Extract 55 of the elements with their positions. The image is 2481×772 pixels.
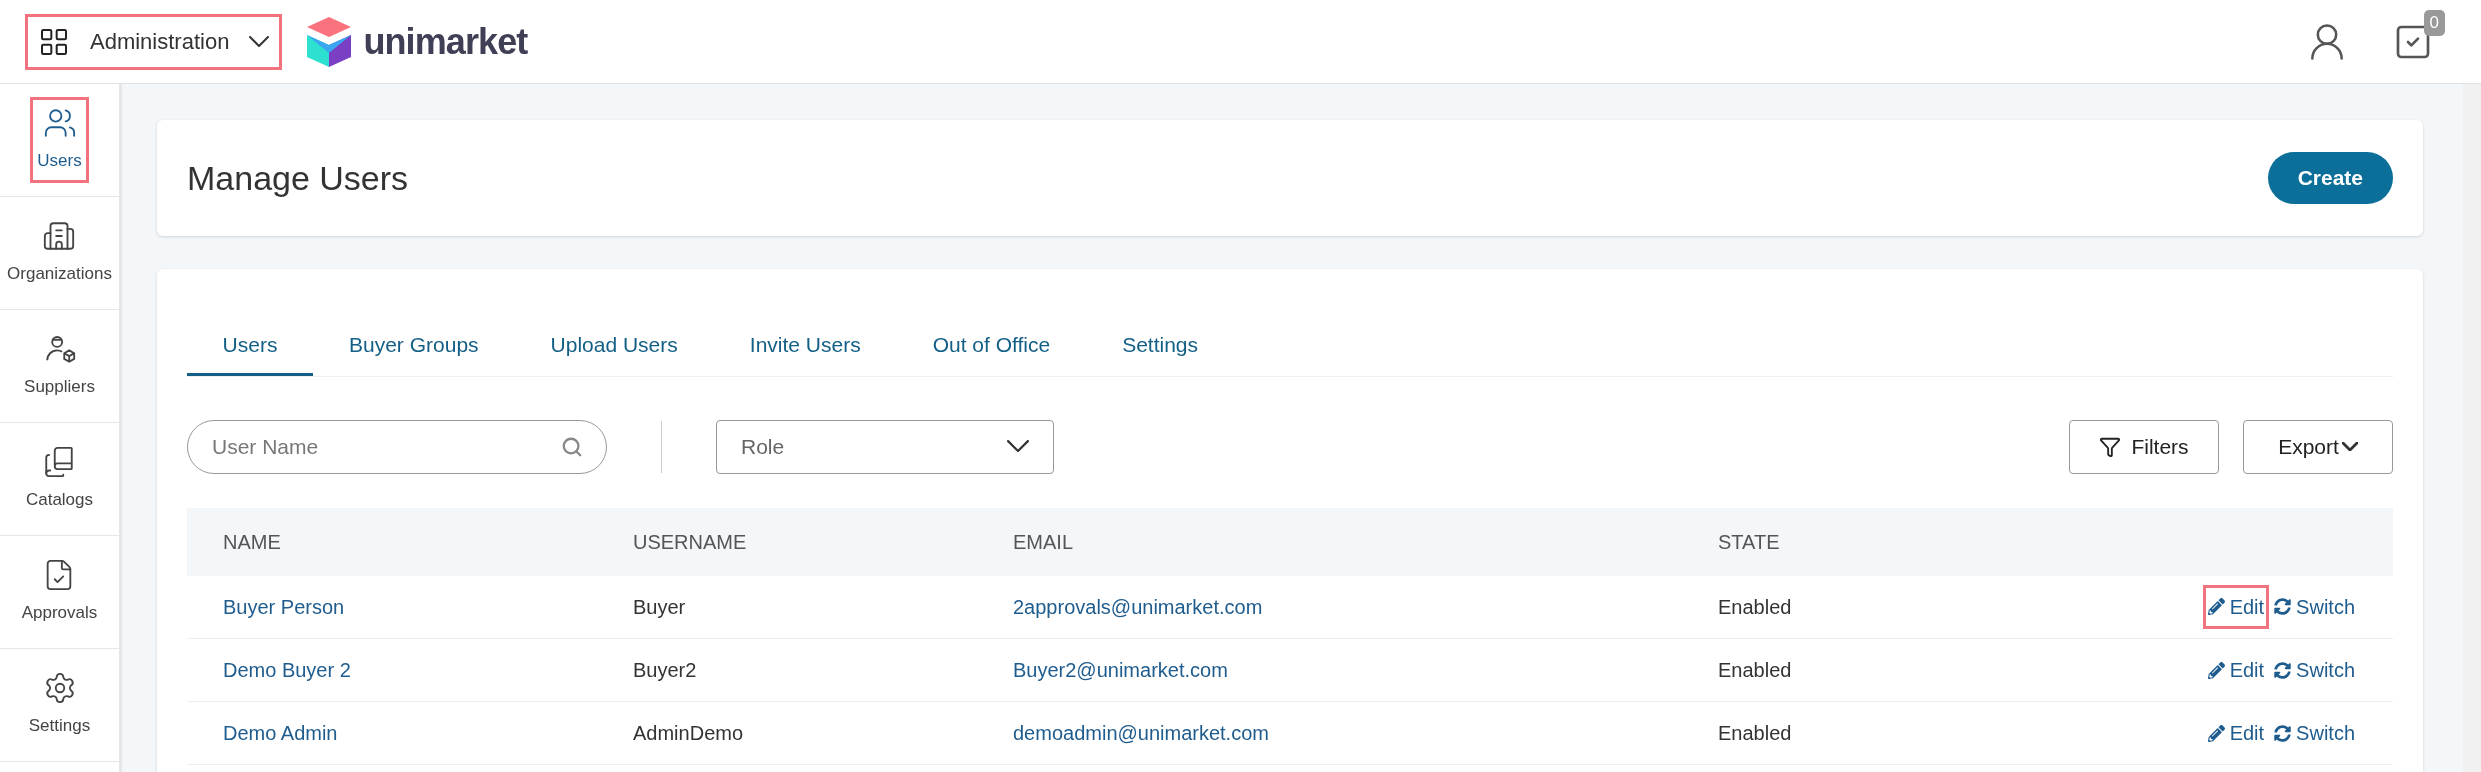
- pencil-icon: [2207, 661, 2225, 679]
- column-header: NAME: [187, 507, 597, 576]
- sidebar-item[interactable]: Users: [33, 100, 86, 180]
- tab[interactable]: Settings: [1086, 329, 1235, 376]
- sidebar-item[interactable]: Catalogs: [21, 439, 98, 519]
- tab[interactable]: Upload Users: [514, 329, 714, 376]
- export-button[interactable]: Export: [2243, 419, 2393, 474]
- table-cell: Buyer: [597, 575, 977, 639]
- email-link[interactable]: demoadmin@unimarket.com: [1013, 722, 1269, 744]
- column-header: STATE: [1682, 507, 1945, 576]
- sync-arrows-icon: [2274, 661, 2292, 679]
- sidebar-item[interactable]: Approvals: [17, 552, 102, 632]
- column-header: USERNAME: [597, 507, 977, 576]
- tab[interactable]: Invite Users: [713, 329, 897, 376]
- sidebar-item[interactable]: Suppliers: [20, 326, 99, 406]
- edit-link[interactable]: Edit: [2205, 651, 2267, 689]
- user-name-link[interactable]: Buyer Person: [223, 595, 345, 618]
- tab[interactable]: Users: [187, 329, 313, 376]
- app-switcher[interactable]: Administration: [28, 16, 280, 67]
- edit-link[interactable]: Edit: [2205, 714, 2267, 752]
- filter-icon: [2099, 435, 2122, 458]
- sidebar-item[interactable]: Organizations: [3, 213, 116, 293]
- sidebar-item[interactable]: Settings: [24, 665, 95, 745]
- create-button[interactable]: Create: [2267, 152, 2393, 204]
- filters-button[interactable]: Filters: [2069, 419, 2219, 474]
- table-cell: Enabled: [1682, 701, 1945, 765]
- search-icon: [561, 435, 583, 458]
- table-cell: Enabled: [1682, 575, 1945, 639]
- email-link[interactable]: 2approvals@unimarket.com: [1013, 595, 1263, 618]
- table-cell: Enabled: [1682, 638, 1945, 702]
- brand-name: unimarket: [363, 19, 528, 64]
- email-link[interactable]: Buyer2@unimarket.com: [1013, 659, 1228, 681]
- chevron-down-icon: [1007, 440, 1029, 453]
- pencil-icon: [2207, 598, 2225, 616]
- sync-arrows-icon: [2274, 598, 2292, 616]
- notification-badge: 0: [2423, 9, 2445, 36]
- switch-link[interactable]: Switch: [2272, 587, 2357, 626]
- table-cell: Buyer2: [597, 638, 977, 702]
- switch-link[interactable]: Switch: [2272, 714, 2357, 752]
- tab[interactable]: Buyer Groups: [313, 329, 515, 376]
- column-header: EMAIL: [977, 507, 1682, 576]
- search-field[interactable]: User Name: [187, 419, 607, 474]
- tab[interactable]: Out of Office: [896, 329, 1087, 376]
- user-name-link[interactable]: Demo Buyer 2: [223, 659, 351, 681]
- switch-link[interactable]: Switch: [2272, 651, 2357, 689]
- sync-arrows-icon: [2274, 724, 2292, 742]
- page-title: Manage Users: [187, 157, 409, 199]
- cube-logo-icon: [307, 16, 352, 67]
- role-dropdown[interactable]: Role: [716, 419, 1054, 474]
- chevron-down-icon: [249, 36, 270, 47]
- edit-link[interactable]: Edit: [2205, 587, 2267, 626]
- pencil-icon: [2207, 724, 2225, 742]
- table-cell: AdminDemo: [597, 701, 977, 765]
- chevron-down-icon: [2341, 442, 2358, 451]
- user-name-link[interactable]: Demo Admin: [223, 722, 338, 744]
